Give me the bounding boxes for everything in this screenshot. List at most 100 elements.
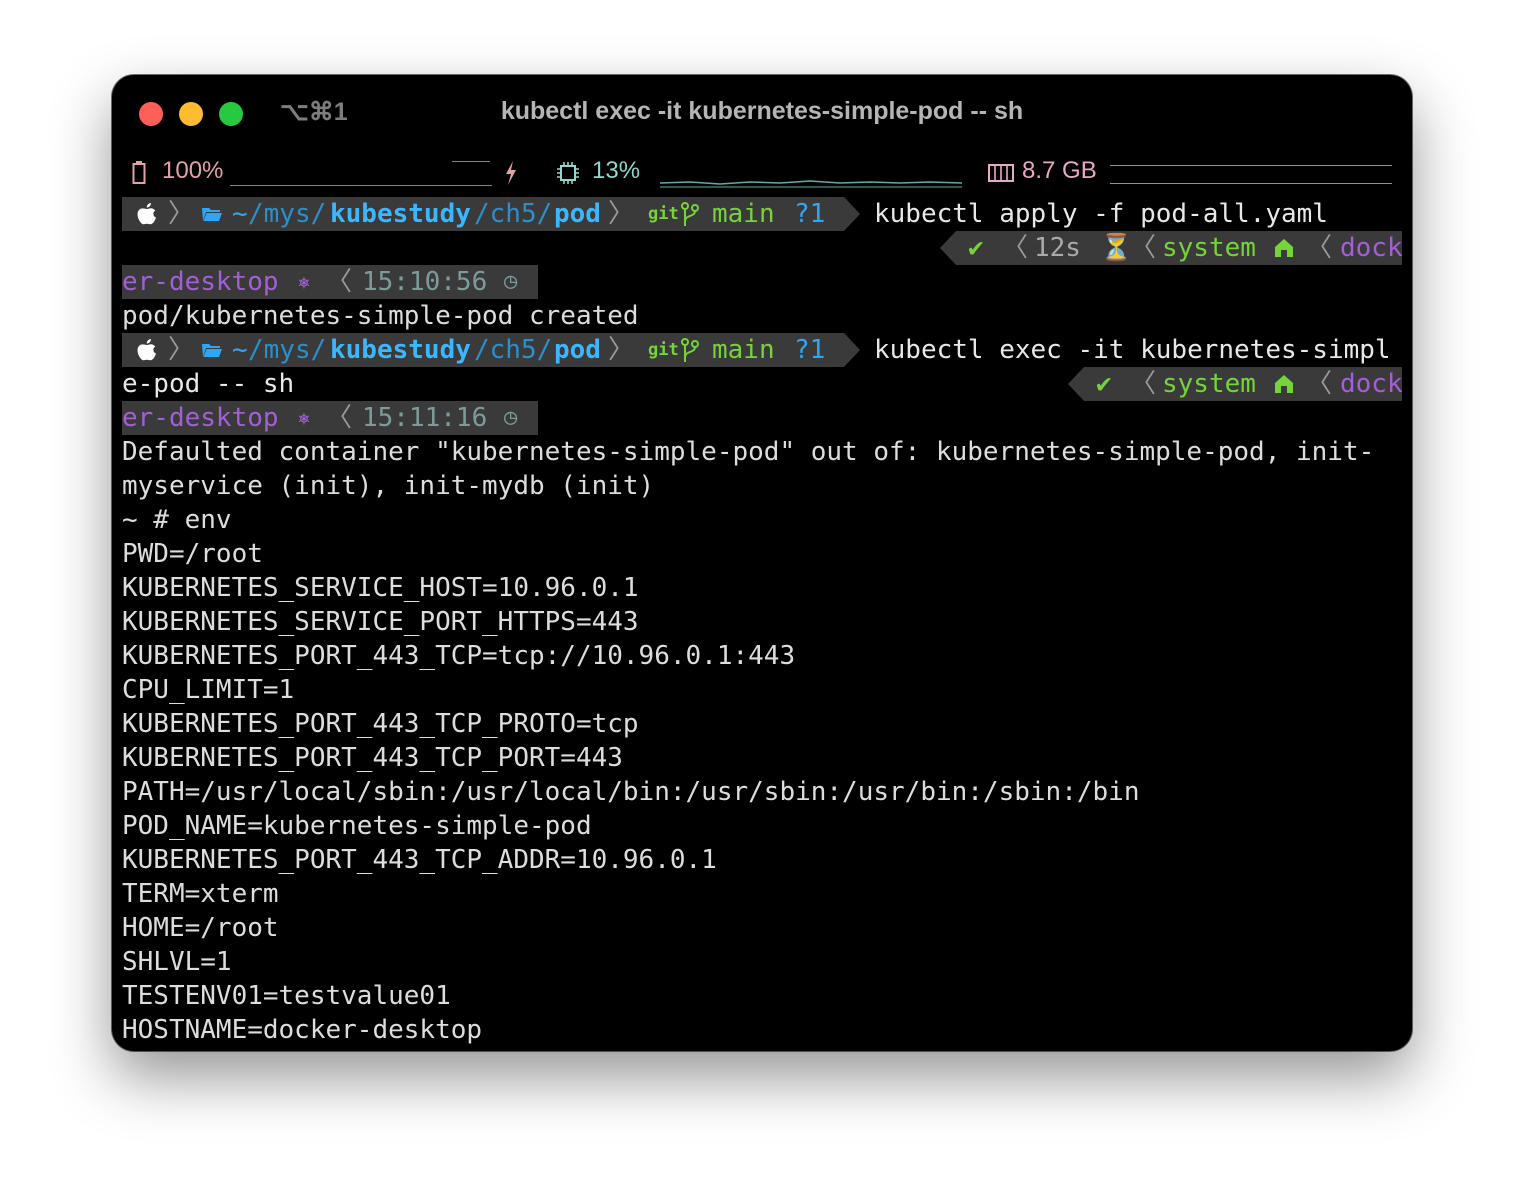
shell-command-line: ~ # env xyxy=(122,505,232,535)
env-var-line: KUBERNETES_SERVICE_HOST=10.96.0.1 xyxy=(122,573,639,603)
path-part: /mys/ xyxy=(248,335,327,365)
env-var-line: PWD=/root xyxy=(122,539,263,569)
terminal-output[interactable]: 〉 ~ /mys/ kubestudy /ch5/ pod 〉 git main… xyxy=(122,197,1402,1047)
command-text: kubectl apply -f pod-all.yaml xyxy=(874,199,1328,229)
home-icon xyxy=(1275,375,1293,393)
env-var-line: CPU_LIMIT=1 xyxy=(122,675,295,705)
env-var-line: POD_NAME=kubernetes-simple-pod xyxy=(122,811,592,841)
git-icon: git xyxy=(648,204,679,224)
apple-icon xyxy=(137,339,156,361)
cpu-icon xyxy=(557,162,579,184)
env-var-line: KUBERNETES_PORT_443_TCP_PORT=443 xyxy=(122,743,623,773)
branch-icon xyxy=(681,202,699,226)
output-line: pod/kubernetes-simple-pod created xyxy=(122,301,639,331)
segment-separator: 〈 xyxy=(1306,369,1333,399)
status-ok-icon: ✔ xyxy=(968,233,984,263)
segment-separator: 〈 xyxy=(1130,369,1157,399)
folder-icon xyxy=(202,208,222,221)
apple-icon xyxy=(137,203,156,225)
prompt-right-line: e-pod -- sh ✔ 〈 system 〈 dock xyxy=(122,367,1402,401)
env-var-line: PATH=/usr/local/sbin:/usr/local/bin:/usr… xyxy=(122,777,1140,807)
env-var-line: TERM=xterm xyxy=(122,879,279,909)
battery-percent: 100% xyxy=(162,157,224,184)
command-duration: 12s xyxy=(1034,233,1081,263)
clock-icon: ◷ xyxy=(504,405,518,430)
output-line: myservice (init), init-mydb (init) xyxy=(122,471,655,501)
context-name: system xyxy=(1162,369,1256,399)
git-branch: main xyxy=(712,199,775,229)
segment-separator: 〈 xyxy=(1002,233,1029,263)
segment-separator: 〉 xyxy=(168,335,195,365)
status-bar: 100% 13% 8.7 GB xyxy=(112,155,1412,195)
title-bar: ⌥⌘1 kubectl exec -it kubernetes-simple-p… xyxy=(112,75,1412,150)
path-part: /ch5/ xyxy=(474,199,553,229)
path-home: ~ xyxy=(232,199,248,229)
close-button[interactable] xyxy=(139,102,163,126)
home-icon xyxy=(1275,239,1293,257)
maximize-button[interactable] xyxy=(219,102,243,126)
status-ok-icon: ✔ xyxy=(1096,369,1112,399)
battery-graph-peak xyxy=(452,161,490,162)
prompt-right-continuation: er-desktop ⎈ 〈 15:10:56 ◷ xyxy=(122,265,1402,299)
prompt-right-segments: ✔ 〈 12s ⏳ 〈 system 〈 dock xyxy=(956,231,1402,265)
prompt-line: 〉 ~ /mys/ kubestudy /ch5/ pod 〉 git main… xyxy=(122,333,1402,367)
prompt-right-segments: ✔ 〈 system 〈 dock xyxy=(1084,367,1402,401)
env-var-line: TESTENV01=testvalue01 xyxy=(122,981,451,1011)
prompt-right-line: ✔ 〈 12s ⏳ 〈 system 〈 dock xyxy=(122,231,1402,265)
segment-separator: 〉 xyxy=(168,199,195,229)
segment-separator: 〈 xyxy=(1306,233,1333,263)
prompt-line: 〉 ~ /mys/ kubestudy /ch5/ pod 〉 git main… xyxy=(122,197,1402,231)
path-part: /mys/ xyxy=(248,199,327,229)
prompt-time: 15:10:56 xyxy=(362,267,488,297)
prompt-time: 15:11:16 xyxy=(362,403,488,433)
git-branch: main xyxy=(712,335,775,365)
window-title: kubectl exec -it kubernetes-simple-pod -… xyxy=(500,97,1024,125)
path-current: pod xyxy=(554,335,601,365)
env-var-line: SHLVL=1 xyxy=(122,947,232,977)
segment-separator: 〉 xyxy=(608,335,635,365)
path-part: kubestudy xyxy=(330,335,471,365)
prompt-segments: 〉 ~ /mys/ kubestudy /ch5/ pod 〉 git main… xyxy=(122,197,862,231)
hourglass-icon: ⏳ xyxy=(1100,233,1133,263)
path-part: kubestudy xyxy=(330,199,471,229)
git-untracked: ?1 xyxy=(794,199,826,229)
context-name: system xyxy=(1162,233,1256,263)
charging-icon xyxy=(506,161,516,185)
kube-context: er-desktop xyxy=(122,267,279,297)
command-text: kubectl exec -it kubernetes-simpl xyxy=(874,335,1391,365)
segment-separator: 〈 xyxy=(326,267,353,297)
path-home: ~ xyxy=(232,335,248,365)
git-icon: git xyxy=(648,340,679,360)
prompt-right-continuation: er-desktop ⎈ 〈 15:11:16 ◷ xyxy=(122,401,1402,435)
folder-icon xyxy=(202,344,222,357)
command-continuation: e-pod -- sh xyxy=(122,369,295,399)
kube-icon: ⎈ xyxy=(298,270,311,294)
minimize-button[interactable] xyxy=(179,102,203,126)
kube-context: dock xyxy=(1340,369,1402,399)
battery-icon xyxy=(132,161,146,184)
branch-icon xyxy=(681,338,699,362)
segment-separator: 〈 xyxy=(1130,233,1157,263)
battery-graph xyxy=(230,185,492,186)
kube-context: er-desktop xyxy=(122,403,279,433)
memory-icon xyxy=(988,164,1014,182)
memory-graph-top xyxy=(1110,165,1392,166)
cpu-graph xyxy=(660,180,962,188)
terminal-window: ⌥⌘1 kubectl exec -it kubernetes-simple-p… xyxy=(112,75,1412,1051)
output-line: Defaulted container "kubernetes-simple-p… xyxy=(122,437,1375,467)
prompt-segments: 〉 ~ /mys/ kubestudy /ch5/ pod 〉 git main… xyxy=(122,333,862,367)
cpu-percent: 13% xyxy=(592,157,641,184)
env-var-line: KUBERNETES_PORT_443_TCP_ADDR=10.96.0.1 xyxy=(122,845,717,875)
env-var-line: HOME=/root xyxy=(122,913,279,943)
clock-icon: ◷ xyxy=(504,269,518,294)
kube-icon: ⎈ xyxy=(298,406,311,430)
env-var-line: HOSTNAME=docker-desktop xyxy=(122,1015,483,1045)
path-part: /ch5/ xyxy=(474,335,553,365)
kube-context: dock xyxy=(1340,233,1402,263)
segment-separator: 〉 xyxy=(608,199,635,229)
path-current: pod xyxy=(554,199,601,229)
env-var-line: KUBERNETES_PORT_443_TCP=tcp://10.96.0.1:… xyxy=(122,641,796,671)
env-var-line: KUBERNETES_SERVICE_PORT_HTTPS=443 xyxy=(122,607,639,637)
memory-usage: 8.7 GB xyxy=(1022,157,1097,184)
git-untracked: ?1 xyxy=(794,335,826,365)
